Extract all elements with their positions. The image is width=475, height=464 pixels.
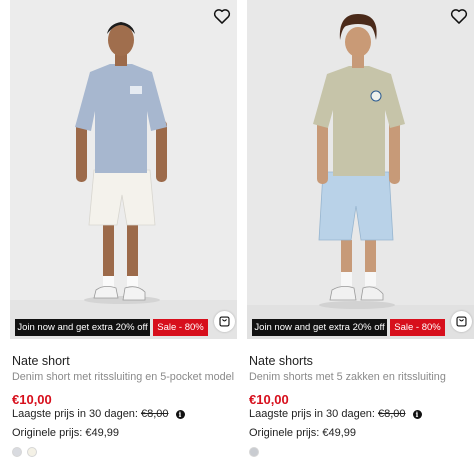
wishlist-button[interactable] — [212, 6, 232, 26]
color-swatch[interactable] — [249, 447, 259, 457]
color-swatch[interactable] — [12, 447, 22, 457]
original-price-label: Originele prijs: — [12, 427, 83, 439]
promo-join-badge: Join now and get extra 20% off — [15, 319, 150, 336]
sale-badge: Sale - 80% — [153, 319, 208, 336]
color-swatch[interactable] — [27, 447, 37, 457]
color-swatches — [12, 447, 37, 457]
heart-outline-icon — [213, 9, 231, 24]
add-to-cart-button[interactable] — [214, 311, 235, 332]
product-card[interactable]: Join now and get extra 20% off Sale - 80… — [10, 0, 237, 457]
product-name[interactable]: Nate shorts — [249, 354, 313, 368]
lowest-price-value: €8,00 — [140, 408, 169, 420]
product-image[interactable]: Join now and get extra 20% off Sale - 80… — [247, 0, 474, 339]
product-image[interactable]: Join now and get extra 20% off Sale - 80… — [10, 0, 237, 339]
product-photo-model-light-denim-shorts — [247, 0, 474, 339]
wishlist-button[interactable] — [449, 6, 469, 26]
info-icon[interactable]: i — [175, 409, 185, 419]
product-photo-model-white-shorts — [10, 0, 237, 339]
product-name[interactable]: Nate short — [12, 354, 70, 368]
product-price: €10,00 — [249, 392, 289, 407]
lowest-price-label: Laagste prijs in 30 dagen: — [12, 408, 138, 420]
original-price-row: Originele prijs: €49,99 — [12, 427, 119, 439]
info-icon[interactable]: i — [412, 409, 422, 419]
shopping-bag-icon — [219, 316, 230, 327]
lowest-price-label: Laagste prijs in 30 dagen: — [249, 408, 375, 420]
promo-join-badge: Join now and get extra 20% off — [252, 319, 387, 336]
color-swatches — [249, 447, 259, 457]
product-description: Denim short met ritssluiting en 5-pocket… — [12, 371, 235, 383]
lowest-price-row: Laagste prijs in 30 dagen: €8,00 i — [12, 408, 185, 420]
original-price-row: Originele prijs: €49,99 — [249, 427, 356, 439]
product-description: Denim shorts met 5 zakken en ritssluitin… — [249, 371, 446, 383]
heart-outline-icon — [450, 9, 468, 24]
product-price: €10,00 — [12, 392, 52, 407]
lowest-price-value: €8,00 — [377, 408, 406, 420]
shopping-bag-icon — [456, 316, 467, 327]
original-price-value: €49,99 — [85, 427, 120, 439]
product-card[interactable]: Join now and get extra 20% off Sale - 80… — [247, 0, 474, 457]
lowest-price-row: Laagste prijs in 30 dagen: €8,00 i — [249, 408, 422, 420]
original-price-value: €49,99 — [322, 427, 357, 439]
sale-badge: Sale - 80% — [390, 319, 445, 336]
add-to-cart-button[interactable] — [451, 311, 472, 332]
original-price-label: Originele prijs: — [249, 427, 320, 439]
